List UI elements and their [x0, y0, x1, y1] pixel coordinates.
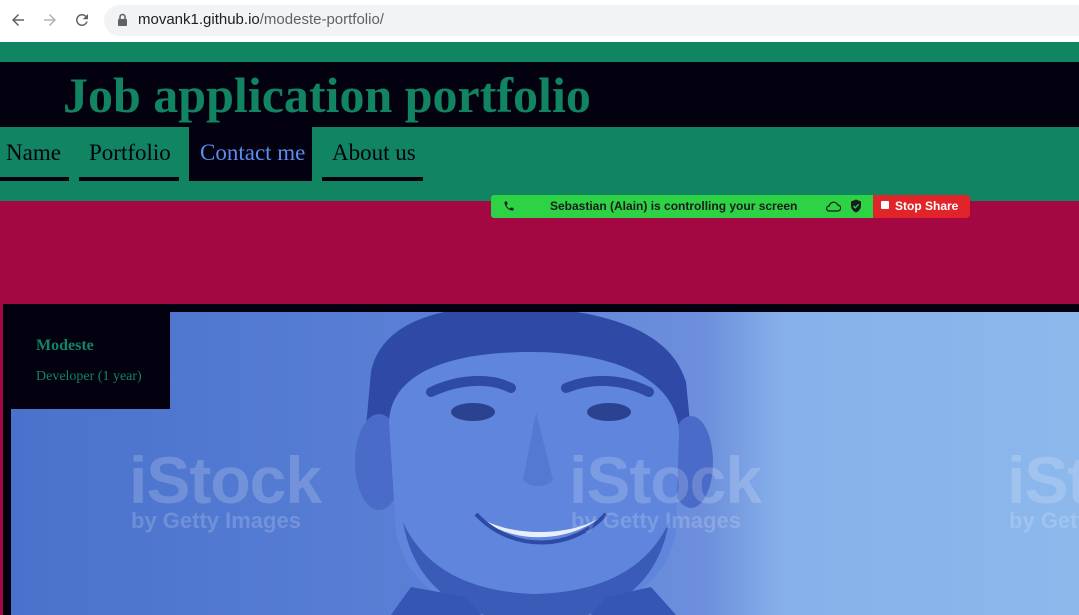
- forward-button[interactable]: [39, 9, 61, 31]
- url-path: /modeste-portfolio/: [259, 11, 384, 28]
- reload-icon: [75, 13, 88, 26]
- screen-share-banner: Sebastian (Alain) is controlling your sc…: [491, 195, 873, 218]
- reload-button[interactable]: [71, 9, 93, 31]
- arrow-left-icon: [12, 14, 24, 26]
- top-strip: [0, 42, 1079, 62]
- watermark-sub-3: by Getty Images: [1009, 508, 1079, 533]
- share-message: Sebastian (Alain) is controlling your sc…: [550, 199, 798, 213]
- nav-link-name[interactable]: Name: [0, 127, 69, 181]
- browser-toolbar: movank1.github.io/modeste-portfolio/: [0, 0, 1079, 42]
- watermark-brand-2: iStock: [569, 443, 762, 517]
- watermark-sub-2: by Getty Images: [571, 508, 741, 533]
- shield-icon: [851, 199, 861, 213]
- profile-role: Developer (1 year): [36, 369, 142, 384]
- address-bar[interactable]: movank1.github.io/modeste-portfolio/: [104, 5, 1079, 36]
- page-title: Job application portfolio: [63, 67, 591, 123]
- profile-photo: iStock by Getty Images iStock by Getty I…: [11, 312, 1079, 615]
- nav-link-portfolio[interactable]: Portfolio: [79, 127, 179, 181]
- back-button[interactable]: [7, 9, 29, 31]
- arrow-right-icon: [44, 14, 56, 26]
- profile-name: Modeste: [36, 337, 94, 354]
- stop-share-label: Stop Share: [895, 199, 959, 213]
- watermark-brand-1: iStock: [129, 443, 322, 517]
- url-host: movank1.github.io: [138, 11, 260, 28]
- watermark-sub-1: by Getty Images: [131, 508, 301, 533]
- watermark-brand-3: iStock: [1007, 443, 1079, 517]
- lock-icon: [118, 13, 127, 26]
- stop-icon: [881, 201, 889, 209]
- site-header: Job application portfolio: [0, 62, 1079, 127]
- nav-link-about[interactable]: About us: [322, 127, 423, 181]
- profile-name-box: Modeste Developer (1 year): [11, 312, 170, 409]
- stop-share-button[interactable]: Stop Share: [873, 195, 970, 218]
- phone-icon: [504, 201, 514, 211]
- site-nav: Name Portfolio Contact me About us: [0, 127, 1079, 201]
- cloud-icon: [826, 201, 841, 212]
- url-text: movank1.github.io/modeste-portfolio/: [138, 11, 384, 28]
- nav-link-contact[interactable]: Contact me: [189, 127, 312, 181]
